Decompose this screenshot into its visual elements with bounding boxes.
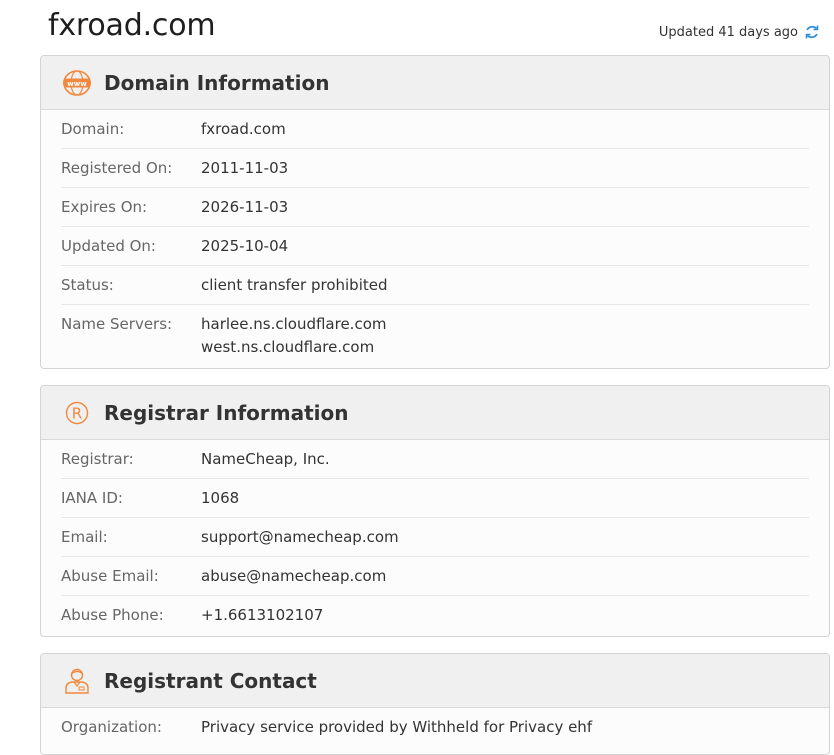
row-iana-id: IANA ID: 1068 <box>61 479 809 518</box>
refresh-icon[interactable] <box>804 24 820 40</box>
registrant-contact-title: Registrant Contact <box>104 668 317 693</box>
domain-information-rows: Domain: fxroad.com Registered On: 2011-1… <box>41 110 829 359</box>
row-label: Abuse Email: <box>61 567 159 585</box>
domain-information-header: www Domain Information <box>41 56 829 110</box>
row-label: Registered On: <box>61 159 173 177</box>
updated-info: Updated 41 days ago <box>659 24 820 40</box>
row-updated-on: Updated On: 2025-10-04 <box>61 227 809 266</box>
registrar-information-rows: Registrar: NameCheap, Inc. IANA ID: 1068… <box>41 440 829 635</box>
row-label: Registrar: <box>61 450 134 468</box>
registered-mark-icon: R <box>62 398 92 428</box>
name-server[interactable]: west.ns.cloudflare.com <box>201 336 386 359</box>
row-email: Email: support@namecheap.com <box>61 518 809 557</box>
row-value: 1068 <box>201 489 240 507</box>
row-label: Abuse Phone: <box>61 606 164 624</box>
page-title: fxroad.com <box>48 8 216 43</box>
name-servers-list: harlee.ns.cloudflare.com west.ns.cloudfl… <box>201 313 386 359</box>
row-label: Name Servers: <box>61 315 173 333</box>
registrar-information-header: R Registrar Information <box>41 386 829 440</box>
row-value[interactable]: abuse@namecheap.com <box>201 565 386 588</box>
row-name-servers: Name Servers: harlee.ns.cloudflare.com w… <box>61 305 809 359</box>
row-value: client transfer prohibited <box>201 276 388 294</box>
row-value: 2011-11-03 <box>201 159 289 177</box>
registrar-information-title: Registrar Information <box>104 400 349 425</box>
row-value: NameCheap, Inc. <box>201 450 330 468</box>
row-value: 2025-10-04 <box>201 237 289 255</box>
svg-text:www: www <box>67 80 87 88</box>
row-value: +1.6613102107 <box>201 606 324 624</box>
svg-text:R: R <box>72 404 82 422</box>
row-abuse-phone: Abuse Phone: +1.6613102107 <box>61 596 809 635</box>
row-registrar: Registrar: NameCheap, Inc. <box>61 440 809 479</box>
row-label: Updated On: <box>61 237 156 255</box>
updated-text: Updated 41 days ago <box>658 24 798 40</box>
row-status: Status: client transfer prohibited <box>61 266 809 305</box>
row-value: 2026-11-03 <box>201 198 289 216</box>
row-label: IANA ID: <box>61 489 123 507</box>
row-abuse-email: Abuse Email: abuse@namecheap.com <box>61 557 809 596</box>
row-label: Domain: <box>61 120 125 138</box>
www-globe-icon: www <box>62 68 92 98</box>
registrar-information-card: R Registrar Information Registrar: NameC… <box>40 385 830 637</box>
row-expires-on: Expires On: 2026-11-03 <box>61 188 809 227</box>
row-value: fxroad.com <box>201 120 286 138</box>
registrant-contact-header: Registrant Contact <box>41 654 829 708</box>
row-label: Email: <box>61 528 108 546</box>
row-value[interactable]: support@namecheap.com <box>201 526 399 549</box>
registrant-contact-card: Registrant Contact Organization: Privacy… <box>40 653 830 755</box>
name-server[interactable]: harlee.ns.cloudflare.com <box>201 313 386 336</box>
domain-information-title: Domain Information <box>104 70 330 95</box>
person-contact-icon <box>62 666 92 696</box>
row-registered-on: Registered On: 2011-11-03 <box>61 149 809 188</box>
row-domain: Domain: fxroad.com <box>61 110 809 149</box>
row-label: Status: <box>61 276 114 294</box>
row-label: Expires On: <box>61 198 148 216</box>
domain-information-card: www Domain Information Domain: fxroad.co… <box>40 55 830 369</box>
